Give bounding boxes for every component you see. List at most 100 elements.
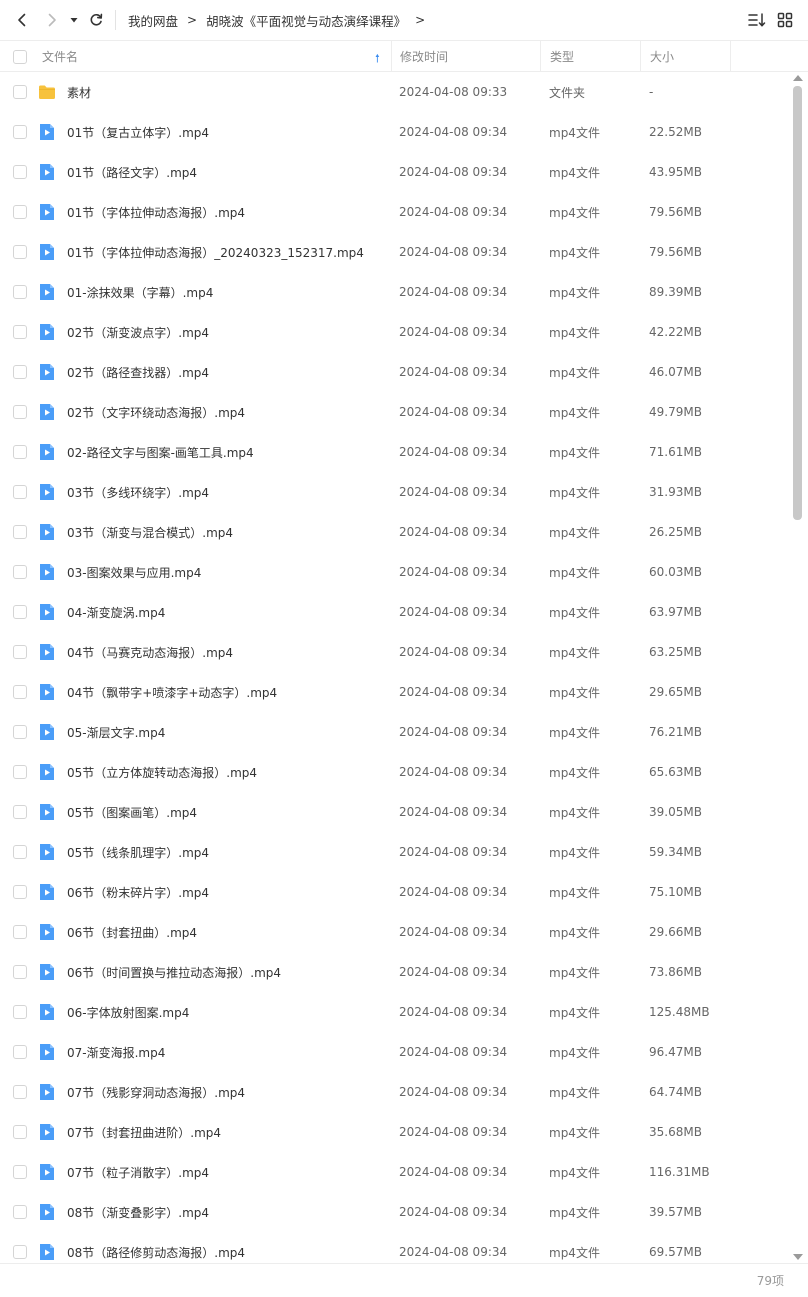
row-checkbox[interactable] bbox=[13, 1125, 27, 1139]
file-row[interactable]: 06-字体放射图案.mp4 2024-04-08 09:34 mp4文件 125.48… bbox=[0, 992, 790, 1032]
file-row[interactable]: 05节（图案画笔）.mp4 2024-04-08 09:34 mp4文件 39.05M… bbox=[0, 792, 790, 832]
file-modified-time: 2024-04-08 09:34 bbox=[399, 525, 508, 539]
file-row[interactable]: 08节（路径修剪动态海报）.mp4 2024-04-08 09:34 mp4文件 69… bbox=[0, 1232, 790, 1263]
file-row[interactable]: 03节（多线环绕字）.mp4 2024-04-08 09:34 mp4文件 31.93… bbox=[0, 472, 790, 512]
sort-button[interactable] bbox=[747, 10, 767, 30]
row-checkbox[interactable] bbox=[13, 325, 27, 339]
file-modified-time: 2024-04-08 09:34 bbox=[399, 445, 508, 459]
file-row[interactable]: 06节（时间置换与推拉动态海报）.mp4 2024-04-08 09:34 mp4文… bbox=[0, 952, 790, 992]
breadcrumb-separator: > bbox=[187, 13, 198, 27]
row-checkbox[interactable] bbox=[13, 605, 27, 619]
column-header-modified[interactable]: 修改时间 bbox=[391, 41, 540, 71]
refresh-button[interactable] bbox=[84, 8, 108, 32]
file-row[interactable]: 08节（渐变叠影字）.mp4 2024-04-08 09:34 mp4文件 39.57… bbox=[0, 1192, 790, 1232]
row-checkbox[interactable] bbox=[13, 765, 27, 779]
file-row[interactable]: 06节（封套扭曲）.mp4 2024-04-08 09:34 mp4文件 29.66M… bbox=[0, 912, 790, 952]
file-row[interactable]: 05节（立方体旋转动态海报）.mp4 2024-04-08 09:34 mp4文件 6… bbox=[0, 752, 790, 792]
video-file-icon bbox=[38, 883, 56, 901]
select-all-checkbox[interactable] bbox=[13, 50, 27, 64]
row-checkbox[interactable] bbox=[13, 925, 27, 939]
file-row[interactable]: 04-渐变旋涡.mp4 2024-04-08 09:34 mp4文件 63.97MB bbox=[0, 592, 790, 632]
video-file-icon bbox=[38, 563, 56, 581]
file-size: 116.31MB bbox=[649, 1165, 710, 1179]
breadcrumb-item-root[interactable]: 我的网盘 bbox=[128, 11, 178, 30]
row-checkbox[interactable] bbox=[13, 725, 27, 739]
file-type: mp4文件 bbox=[549, 525, 600, 540]
row-checkbox[interactable] bbox=[13, 845, 27, 859]
scrollbar-thumb[interactable] bbox=[793, 86, 802, 520]
file-row[interactable]: 01-涂抹效果（字幕）.mp4 2024-04-08 09:34 mp4文件 89.3… bbox=[0, 272, 790, 312]
status-bar: 79项 bbox=[0, 1263, 808, 1297]
row-checkbox[interactable] bbox=[13, 805, 27, 819]
breadcrumb-item-current[interactable]: 胡晓波《平面视觉与动态演绎课程》 bbox=[206, 11, 406, 30]
video-file-icon bbox=[38, 723, 56, 741]
row-checkbox[interactable] bbox=[13, 365, 27, 379]
row-checkbox[interactable] bbox=[13, 645, 27, 659]
file-modified-time: 2024-04-08 09:34 bbox=[399, 1205, 508, 1219]
file-modified-time: 2024-04-08 09:34 bbox=[399, 645, 508, 659]
breadcrumb-separator[interactable]: > bbox=[415, 13, 425, 27]
row-checkbox[interactable] bbox=[13, 125, 27, 139]
history-dropdown-button[interactable] bbox=[66, 8, 82, 32]
row-checkbox[interactable] bbox=[13, 1045, 27, 1059]
vertical-scrollbar[interactable] bbox=[791, 72, 805, 1263]
file-modified-time: 2024-04-08 09:34 bbox=[399, 1165, 508, 1179]
scroll-down-arrow-icon[interactable] bbox=[793, 1254, 803, 1260]
file-row[interactable]: 02节（文字环绕动态海报）.mp4 2024-04-08 09:34 mp4文件 49… bbox=[0, 392, 790, 432]
file-row[interactable]: 01节（字体拉伸动态海报）_20240323_152317.mp4 2024-04… bbox=[0, 232, 790, 272]
file-type: mp4文件 bbox=[549, 125, 600, 140]
column-header-name[interactable]: 文件名 bbox=[42, 41, 390, 71]
row-checkbox[interactable] bbox=[13, 1085, 27, 1099]
row-checkbox[interactable] bbox=[13, 85, 27, 99]
file-row[interactable]: 01节（复古立体字）.mp4 2024-04-08 09:34 mp4文件 22.52… bbox=[0, 112, 790, 152]
forward-button[interactable] bbox=[40, 8, 64, 32]
file-row[interactable]: 04节（飘带字+喷漆字+动态字）.mp4 2024-04-08 09:34 mp4文… bbox=[0, 672, 790, 712]
file-modified-time: 2024-04-08 09:34 bbox=[399, 1045, 508, 1059]
row-checkbox[interactable] bbox=[13, 405, 27, 419]
row-checkbox[interactable] bbox=[13, 885, 27, 899]
file-size: 43.95MB bbox=[649, 165, 702, 179]
row-checkbox[interactable] bbox=[13, 205, 27, 219]
file-name: 03节（渐变与混合模式）.mp4 bbox=[67, 525, 234, 540]
file-row[interactable]: 素材 2024-04-08 09:33 文件夹 - bbox=[0, 72, 790, 112]
file-row[interactable]: 02-路径文字与图案-画笔工具.mp4 2024-04-08 09:34 mp4文件… bbox=[0, 432, 790, 472]
file-size: 31.93MB bbox=[649, 485, 702, 499]
row-checkbox[interactable] bbox=[13, 285, 27, 299]
file-row[interactable]: 05-渐层文字.mp4 2024-04-08 09:34 mp4文件 76.21MB bbox=[0, 712, 790, 752]
row-checkbox[interactable] bbox=[13, 965, 27, 979]
row-checkbox[interactable] bbox=[13, 245, 27, 259]
file-row[interactable]: 07-渐变海报.mp4 2024-04-08 09:34 mp4文件 96.47MB bbox=[0, 1032, 790, 1072]
file-row[interactable]: 05节（线条肌理字）.mp4 2024-04-08 09:34 mp4文件 59.34… bbox=[0, 832, 790, 872]
row-checkbox[interactable] bbox=[13, 165, 27, 179]
back-button[interactable] bbox=[10, 8, 34, 32]
scroll-up-arrow-icon[interactable] bbox=[793, 75, 803, 81]
row-checkbox[interactable] bbox=[13, 525, 27, 539]
row-checkbox[interactable] bbox=[13, 565, 27, 579]
file-name: 05节（线条肌理字）.mp4 bbox=[67, 845, 210, 860]
file-name: 04节（马赛克动态海报）.mp4 bbox=[67, 645, 234, 660]
row-checkbox[interactable] bbox=[13, 685, 27, 699]
file-row[interactable]: 02节（路径查找器）.mp4 2024-04-08 09:34 mp4文件 46.07… bbox=[0, 352, 790, 392]
view-mode-button[interactable] bbox=[775, 10, 795, 30]
row-checkbox[interactable] bbox=[13, 1245, 27, 1259]
row-checkbox[interactable] bbox=[13, 485, 27, 499]
file-row[interactable]: 07节（封套扭曲进阶）.mp4 2024-04-08 09:34 mp4文件 35.6… bbox=[0, 1112, 790, 1152]
file-row[interactable]: 03-图案效果与应用.mp4 2024-04-08 09:34 mp4文件 60.03… bbox=[0, 552, 790, 592]
file-row[interactable]: 01节（字体拉伸动态海报）.mp4 2024-04-08 09:34 mp4文件 79… bbox=[0, 192, 790, 232]
file-row[interactable]: 07节（粒子消散字）.mp4 2024-04-08 09:34 mp4文件 116.3… bbox=[0, 1152, 790, 1192]
row-checkbox[interactable] bbox=[13, 445, 27, 459]
file-row[interactable]: 06节（粉末碎片字）.mp4 2024-04-08 09:34 mp4文件 75.10… bbox=[0, 872, 790, 912]
sort-ascending-icon[interactable]: 🠕 bbox=[375, 50, 380, 69]
file-row[interactable]: 03节（渐变与混合模式）.mp4 2024-04-08 09:34 mp4文件 26.… bbox=[0, 512, 790, 552]
row-checkbox[interactable] bbox=[13, 1005, 27, 1019]
column-header-size[interactable]: 大小 bbox=[640, 41, 731, 71]
item-count: 79项 bbox=[756, 1274, 784, 1288]
file-row[interactable]: 04节（马赛克动态海报）.mp4 2024-04-08 09:34 mp4文件 63.… bbox=[0, 632, 790, 672]
file-row[interactable]: 01节（路径文字）.mp4 2024-04-08 09:34 mp4文件 43.95M… bbox=[0, 152, 790, 192]
file-modified-time: 2024-04-08 09:34 bbox=[399, 685, 508, 699]
file-row[interactable]: 07节（残影穿洞动态海报）.mp4 2024-04-08 09:34 mp4文件 64… bbox=[0, 1072, 790, 1112]
column-header-type[interactable]: 类型 bbox=[540, 41, 640, 71]
file-row[interactable]: 02节（渐变波点字）.mp4 2024-04-08 09:34 mp4文件 42.22… bbox=[0, 312, 790, 352]
row-checkbox[interactable] bbox=[13, 1205, 27, 1219]
row-checkbox[interactable] bbox=[13, 1165, 27, 1179]
